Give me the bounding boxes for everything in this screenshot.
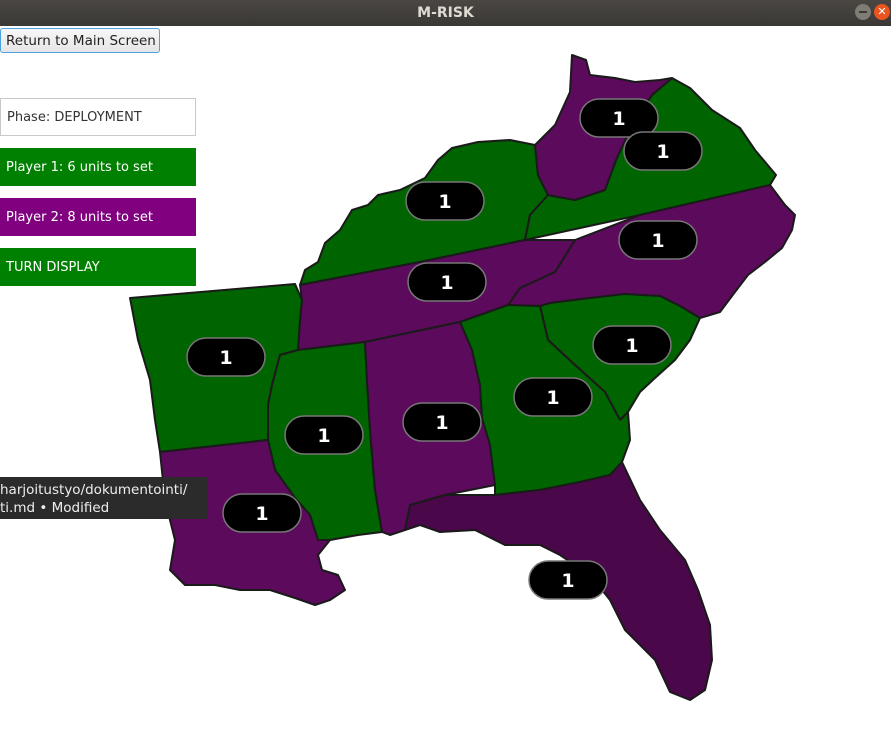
unit-count: 1	[438, 191, 451, 213]
tooltip-line-1: harjoitustyo/dokumentointi/	[0, 482, 188, 498]
player2-status: Player 2: 8 units to set	[0, 198, 196, 236]
unit-count: 1	[219, 347, 232, 369]
unit-count: 1	[255, 503, 268, 525]
unit-count: 1	[656, 141, 669, 163]
unit-count: 1	[625, 335, 638, 357]
unit-count: 1	[546, 387, 559, 409]
unit-count: 1	[317, 425, 330, 447]
tooltip-line-2: ti.md • Modified	[0, 500, 110, 516]
unit-count: 1	[561, 570, 574, 592]
unit-count: 1	[651, 230, 664, 252]
unit-count: 1	[435, 412, 448, 434]
file-tooltip: harjoitustyo/dokumentointi/ ti.md • Modi…	[0, 477, 207, 519]
unit-count: 1	[440, 272, 453, 294]
unit-count: 1	[612, 108, 625, 130]
player1-status: Player 1: 6 units to set	[0, 148, 196, 186]
phase-display: Phase: DEPLOYMENT	[0, 98, 196, 136]
return-to-main-button[interactable]: Return to Main Screen	[0, 28, 160, 53]
turn-display-button[interactable]: TURN DISPLAY	[0, 248, 196, 286]
